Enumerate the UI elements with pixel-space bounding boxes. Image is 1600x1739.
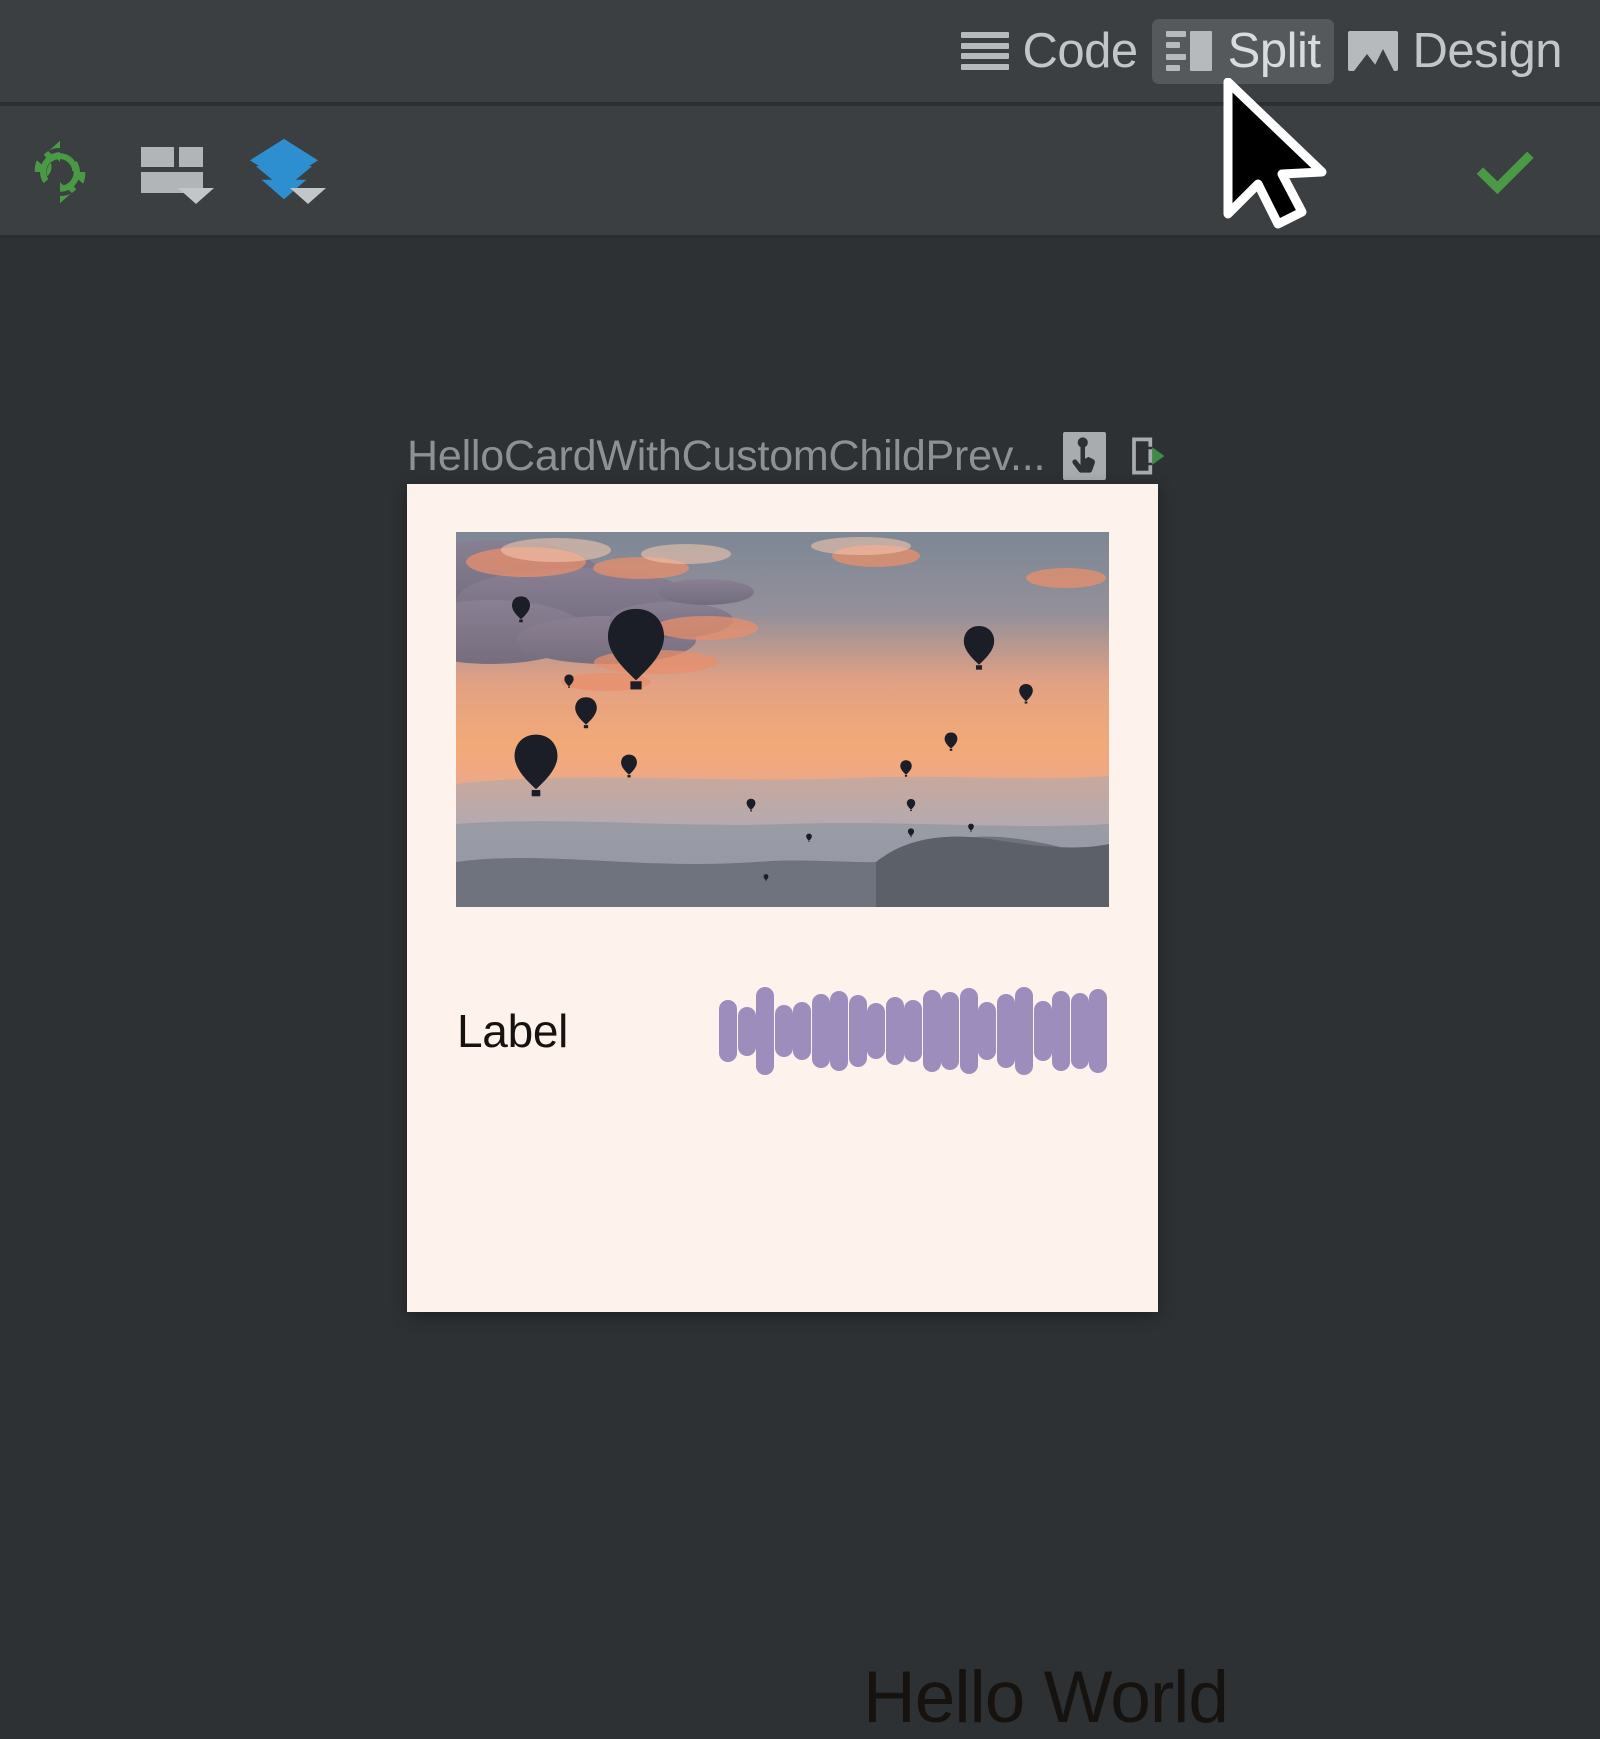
chevron-down-icon[interactable] xyxy=(178,188,214,204)
waveform-bar xyxy=(959,988,978,1074)
device-play-icon xyxy=(1131,437,1164,475)
tab-code-label: Code xyxy=(1022,23,1139,78)
waveform-bar xyxy=(904,1000,922,1062)
waveform-bar xyxy=(941,992,959,1070)
waveform-bar xyxy=(756,987,774,1075)
waveform-bar xyxy=(867,1003,885,1059)
refresh-preview-button[interactable] xyxy=(24,136,96,208)
pointer-hand-icon xyxy=(1071,437,1095,473)
waveform-bar xyxy=(737,1006,756,1056)
waveform-bar xyxy=(922,990,941,1072)
waveform-bar xyxy=(1015,987,1033,1075)
waveform-bar xyxy=(793,1002,811,1060)
tab-design[interactable]: Design xyxy=(1334,19,1576,84)
run-on-device-icon[interactable] xyxy=(1124,432,1167,480)
tab-design-label: Design xyxy=(1412,23,1562,78)
waveform-bar xyxy=(978,1002,996,1060)
checkmark-icon[interactable] xyxy=(1470,137,1540,207)
refresh-icon xyxy=(34,140,86,204)
ide-preview-window: Code Split Design HelloCardWithCustomChi… xyxy=(0,0,1600,1738)
tab-code[interactable]: Code xyxy=(947,19,1152,84)
design-image-icon xyxy=(1348,31,1399,71)
toolbar-left-group xyxy=(24,106,326,238)
tab-split[interactable]: Split xyxy=(1151,18,1335,84)
card-title: Hello World xyxy=(863,1657,1229,1738)
waveform-bar xyxy=(996,994,1015,1068)
waveform-bar xyxy=(1070,993,1089,1069)
preview-title: HelloCardWithCustomChildPrev... xyxy=(407,431,1046,480)
interactive-mode-icon[interactable] xyxy=(1063,432,1107,480)
chevron-down-icon[interactable] xyxy=(290,188,326,204)
split-view-icon xyxy=(1165,31,1214,71)
waveform-bar xyxy=(1052,991,1070,1071)
hot-air-balloons-sunset-photo xyxy=(456,532,1109,907)
preview-pane: HelloCardWithCustomChildPrev... Label He… xyxy=(0,239,1600,1738)
waveform-bar xyxy=(774,1005,793,1057)
preview-header: HelloCardWithCustomChildPrev... xyxy=(407,429,1167,483)
preview-toolbar xyxy=(0,106,1600,238)
waveform-bar xyxy=(811,994,830,1068)
tab-split-label: Split xyxy=(1227,23,1321,78)
layers-button[interactable] xyxy=(248,136,326,208)
code-lines-icon xyxy=(960,32,1009,70)
audio-waveform[interactable] xyxy=(719,976,1112,1086)
waveform-bar xyxy=(1033,1001,1052,1061)
waveform-bar xyxy=(885,997,904,1065)
waveform-bar xyxy=(830,991,848,1071)
waveform-bar xyxy=(1089,989,1107,1073)
toolbar-right-group xyxy=(1470,106,1540,238)
waveform-bar xyxy=(848,995,867,1067)
card-label-row: Label xyxy=(457,976,1112,1086)
preview-card[interactable]: Label Hello World xyxy=(407,484,1229,1738)
editor-mode-bar: Code Split Design xyxy=(0,0,1600,104)
card-label: Label xyxy=(457,1005,569,1057)
waveform-bar xyxy=(719,1000,737,1062)
view-layout-button[interactable] xyxy=(136,136,214,208)
